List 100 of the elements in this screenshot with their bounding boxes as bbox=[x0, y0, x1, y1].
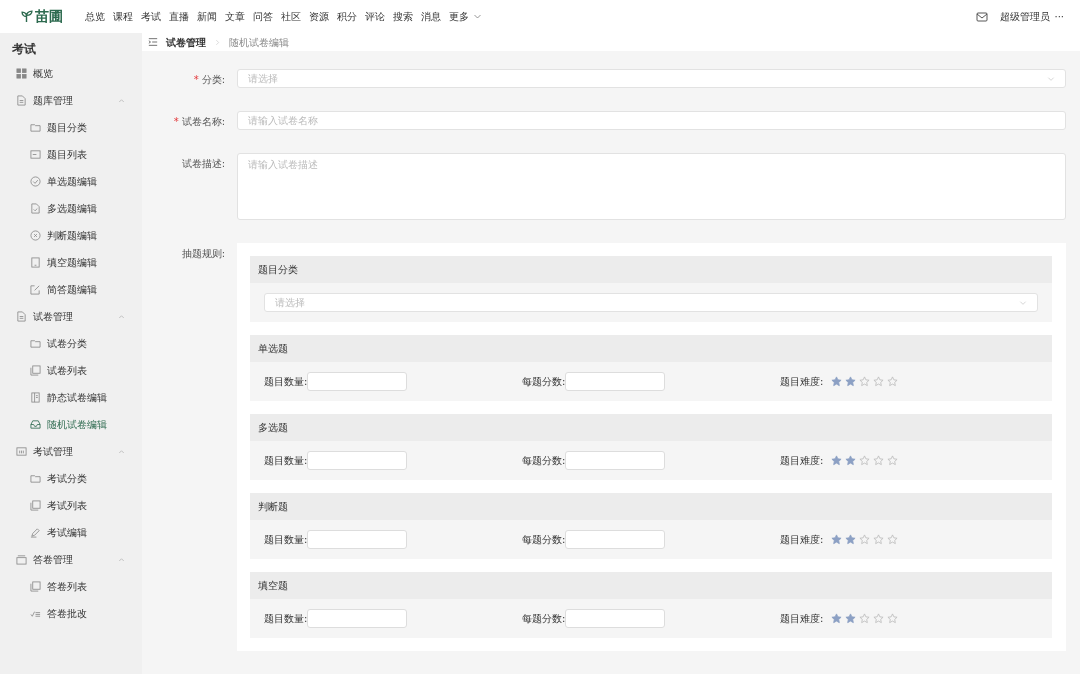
sidebar-item[interactable]: 简答题编辑 bbox=[0, 276, 142, 303]
star-icon bbox=[831, 613, 843, 624]
sidebar-item[interactable]: 答卷列表 bbox=[0, 573, 142, 600]
sidebar-item[interactable]: 静态试卷编辑 bbox=[0, 384, 142, 411]
sidebar-item[interactable]: 题目分类 bbox=[0, 114, 142, 141]
chevron-up-icon bbox=[117, 312, 126, 321]
star-icon bbox=[831, 534, 843, 545]
star-rating[interactable] bbox=[831, 534, 899, 545]
user-menu[interactable]: 超级管理员 ··· bbox=[1000, 9, 1064, 24]
chevron-down-icon bbox=[1047, 74, 1055, 83]
sidebar-title: 考试 bbox=[11, 41, 37, 58]
sidebar-item[interactable]: 填空题编辑 bbox=[0, 249, 142, 276]
sidebar-item[interactable]: 试卷管理 bbox=[0, 303, 142, 330]
sidebar-item[interactable]: 考试分类 bbox=[0, 465, 142, 492]
nav-link[interactable]: 课程 bbox=[113, 9, 133, 24]
number-field[interactable] bbox=[565, 609, 666, 628]
breadcrumb-link[interactable]: 试卷管理 bbox=[166, 34, 206, 50]
chevron-up-icon bbox=[117, 447, 126, 456]
more-dots: ··· bbox=[1054, 10, 1064, 24]
sidebar-item[interactable]: 试卷列表 bbox=[0, 357, 142, 384]
star-outline-icon bbox=[873, 376, 885, 387]
sidebar-item[interactable]: 单选题编辑 bbox=[0, 168, 142, 195]
star-outline-icon bbox=[887, 534, 899, 545]
nav-link[interactable]: 考试 bbox=[141, 9, 161, 24]
field-label: 题目数量: bbox=[264, 454, 308, 468]
sidebar-item[interactable]: 考试列表 bbox=[0, 492, 142, 519]
book-icon bbox=[30, 392, 41, 403]
nav-link[interactable]: 搜索 bbox=[393, 9, 413, 24]
nav-link[interactable]: 直播 bbox=[169, 9, 189, 24]
star-icon bbox=[845, 613, 857, 624]
sprout-icon bbox=[20, 10, 33, 23]
sidebar-item[interactable]: 题目列表 bbox=[0, 141, 142, 168]
logo-text: 苗圃 bbox=[35, 7, 63, 26]
star-outline-icon bbox=[859, 376, 871, 387]
nav-link[interactable]: 评论 bbox=[365, 9, 385, 24]
number-field[interactable] bbox=[565, 530, 666, 549]
sidebar-item[interactable]: 随机试卷编辑 bbox=[0, 411, 142, 438]
star-outline-icon bbox=[887, 376, 899, 387]
sidebar-item[interactable]: 判断题编辑 bbox=[0, 222, 142, 249]
document-icon bbox=[16, 95, 27, 106]
nav-link[interactable]: 资源 bbox=[309, 9, 329, 24]
field-label: 题目难度: bbox=[780, 375, 824, 389]
nav-link[interactable]: 社区 bbox=[281, 9, 301, 24]
field-label: 试卷描述: bbox=[181, 158, 225, 169]
star-outline-icon bbox=[873, 613, 885, 624]
edit-icon bbox=[30, 284, 41, 295]
check-circle-icon bbox=[30, 176, 41, 187]
required-mark: * bbox=[193, 74, 199, 85]
textarea-field[interactable]: 请输入试卷描述 bbox=[237, 153, 1066, 220]
field-label: 题目数量: bbox=[264, 612, 308, 626]
copy-icon bbox=[30, 365, 41, 376]
field-label: 题目数量: bbox=[264, 533, 308, 547]
sidebar-item[interactable]: 考试编辑 bbox=[0, 519, 142, 546]
chevron-down-icon bbox=[473, 12, 482, 21]
sidebar-item[interactable]: 答卷批改 bbox=[0, 600, 142, 627]
more-menu[interactable]: 更多 bbox=[449, 9, 482, 24]
number-field[interactable] bbox=[307, 372, 408, 391]
nav-link[interactable]: 问答 bbox=[253, 9, 273, 24]
sidebar-item[interactable]: 多选题编辑 bbox=[0, 195, 142, 222]
box-icon bbox=[16, 554, 27, 565]
number-field[interactable] bbox=[565, 372, 666, 391]
star-outline-icon bbox=[873, 455, 885, 466]
folder-icon bbox=[30, 473, 41, 484]
sidebar-item[interactable]: 概览 bbox=[0, 60, 142, 87]
star-outline-icon bbox=[859, 455, 871, 466]
chevron-up-icon bbox=[117, 96, 126, 105]
inbox-icon bbox=[30, 419, 41, 430]
nav-link[interactable]: 新闻 bbox=[197, 9, 217, 24]
nav-link[interactable]: 消息 bbox=[421, 9, 441, 24]
number-field[interactable] bbox=[307, 530, 408, 549]
sidebar-item[interactable]: 题库管理 bbox=[0, 87, 142, 114]
star-rating[interactable] bbox=[831, 376, 899, 387]
number-field[interactable] bbox=[307, 609, 408, 628]
star-rating[interactable] bbox=[831, 613, 899, 624]
chevron-down-icon bbox=[1019, 298, 1027, 307]
section-title: 单选题 bbox=[250, 335, 1052, 362]
folder-icon bbox=[30, 122, 41, 133]
star-outline-icon bbox=[887, 613, 899, 624]
field-label: 每题分数: bbox=[522, 612, 566, 626]
section-title: 填空题 bbox=[250, 572, 1052, 599]
folder-icon bbox=[30, 338, 41, 349]
number-field[interactable] bbox=[565, 451, 666, 470]
nav-link[interactable]: 文章 bbox=[225, 9, 245, 24]
menu-fold-icon bbox=[148, 37, 158, 47]
chevron-up-icon bbox=[117, 555, 126, 564]
sidebar-item[interactable]: 试卷分类 bbox=[0, 330, 142, 357]
sidebar-item[interactable]: 考试管理 bbox=[0, 438, 142, 465]
input-field[interactable]: 请输入试卷名称 bbox=[237, 111, 1066, 130]
star-outline-icon bbox=[887, 455, 899, 466]
field-label: 题目数量: bbox=[264, 375, 308, 389]
nav-link[interactable]: 积分 bbox=[337, 9, 357, 24]
star-rating[interactable] bbox=[831, 455, 899, 466]
star-icon bbox=[831, 455, 843, 466]
mail-icon bbox=[976, 10, 989, 23]
breadcrumb-link[interactable]: 随机试卷编辑 bbox=[229, 34, 289, 50]
section-title: 多选题 bbox=[250, 414, 1052, 441]
number-field[interactable] bbox=[307, 451, 408, 470]
nav-link[interactable]: 总览 bbox=[85, 9, 105, 24]
chevron-right-icon bbox=[214, 38, 221, 46]
sidebar-item[interactable]: 答卷管理 bbox=[0, 546, 142, 573]
